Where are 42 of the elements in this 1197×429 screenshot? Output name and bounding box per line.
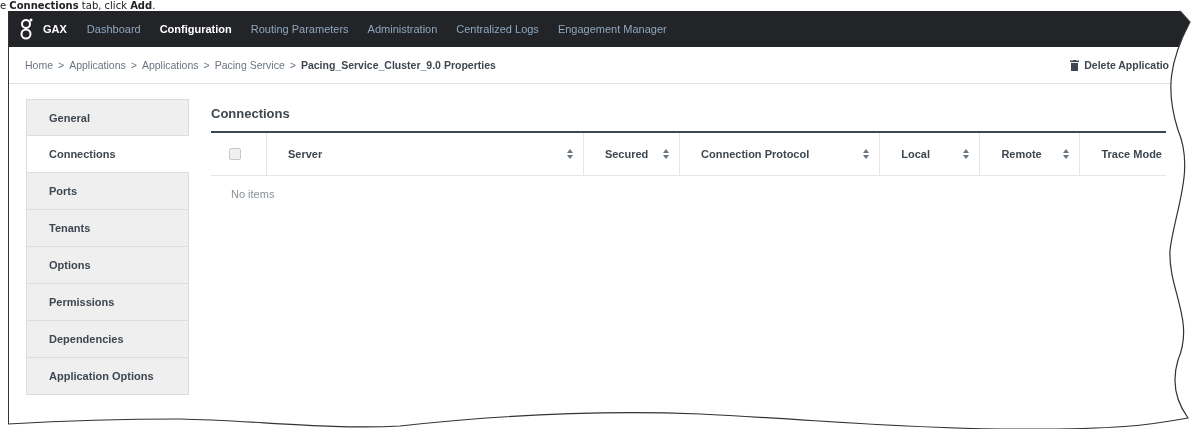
- column-header[interactable]: Connection Protocol: [679, 133, 880, 175]
- breadcrumb-separator: >: [130, 59, 137, 71]
- sidebar-tab[interactable]: Options: [26, 247, 189, 284]
- column-header[interactable]: Trace Mode: [1079, 133, 1166, 175]
- breadcrumb-link[interactable]: Applications: [69, 59, 126, 71]
- empty-message: No items: [231, 188, 276, 200]
- sidebar-tab[interactable]: General: [26, 99, 189, 136]
- logo-icon: [19, 18, 33, 40]
- column-header[interactable]: Secured: [582, 133, 680, 175]
- delete-application-button[interactable]: Delete Applicatio: [1070, 59, 1169, 71]
- breadcrumb-separator: >: [58, 59, 65, 71]
- column-header[interactable]: Local: [879, 133, 980, 175]
- column-header[interactable]: Remote: [979, 133, 1080, 175]
- nav-tab[interactable]: Configuration: [159, 23, 232, 35]
- breadcrumb-current: Pacing_Service_Cluster_9.0 Properties: [300, 59, 496, 71]
- sort-icon[interactable]: [566, 149, 573, 159]
- nav-tab[interactable]: Centralized Logs: [456, 23, 539, 35]
- sort-icon[interactable]: [663, 149, 670, 159]
- sidebar-tab[interactable]: Ports: [26, 173, 189, 210]
- sidebar-tab[interactable]: Dependencies: [26, 321, 189, 358]
- nav-tab[interactable]: Dashboard: [86, 23, 141, 35]
- column-header[interactable]: Server: [265, 133, 583, 175]
- sidebar-tab[interactable]: Connections: [26, 136, 189, 173]
- nav-tab[interactable]: Routing Parameters: [250, 23, 349, 35]
- select-all-checkbox[interactable]: [229, 148, 241, 160]
- breadcrumb-link[interactable]: Home: [25, 59, 53, 71]
- section-title: Connections: [211, 106, 291, 121]
- nav-tab[interactable]: Administration: [367, 23, 438, 35]
- trash-icon: [1070, 59, 1080, 71]
- sidebar-tab[interactable]: Application Options: [26, 358, 189, 395]
- sort-icon[interactable]: [863, 149, 870, 159]
- breadcrumb-separator: >: [289, 59, 296, 71]
- breadcrumb-link[interactable]: Pacing Service: [214, 59, 285, 71]
- nav-tab[interactable]: Engagement Manager: [557, 23, 667, 35]
- sidebar-tab[interactable]: Permissions: [26, 284, 189, 321]
- caption-text: e Connections tab, click Add.: [0, 0, 156, 11]
- product-name: GAX: [43, 23, 67, 35]
- breadcrumb-link[interactable]: Applications: [141, 59, 199, 71]
- breadcrumb-separator: >: [203, 59, 210, 71]
- sort-icon[interactable]: [963, 149, 970, 159]
- sidebar-tab[interactable]: Tenants: [26, 210, 189, 247]
- sort-icon[interactable]: [1063, 149, 1070, 159]
